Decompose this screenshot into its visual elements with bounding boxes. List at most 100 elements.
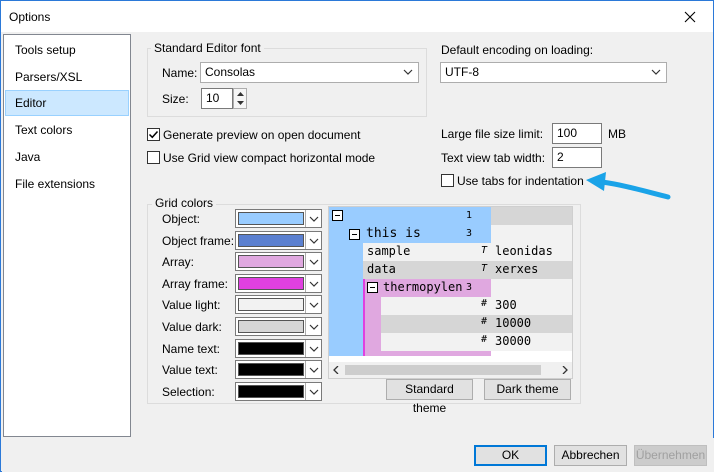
grid-color-label: Array: xyxy=(162,255,195,269)
item-value: 10000 xyxy=(495,316,532,330)
generate-preview-checkbox[interactable] xyxy=(147,128,160,141)
item-type: # xyxy=(481,298,488,309)
checkmark-icon xyxy=(148,130,159,139)
color-swatch xyxy=(238,234,304,247)
font-name-label: Name: xyxy=(162,66,198,80)
nav-item-java[interactable]: Java xyxy=(5,144,129,170)
scroll-left-icon[interactable] xyxy=(332,366,340,374)
grid-colors-legend: Grid colors xyxy=(152,196,217,210)
large-file-unit: MB xyxy=(608,127,626,141)
dark-theme-button[interactable]: Dark theme xyxy=(484,379,571,400)
value-cell xyxy=(491,225,572,243)
font-size-input[interactable]: 10 xyxy=(201,88,233,109)
chevron-down-icon[interactable] xyxy=(305,361,321,378)
chevron-down-icon[interactable] xyxy=(305,232,321,249)
grid-color-label: Object frame: xyxy=(162,234,235,248)
encoding-value: UTF-8 xyxy=(445,65,479,79)
collapse-icon[interactable] xyxy=(332,210,343,221)
collapse-icon[interactable] xyxy=(367,282,378,293)
grid-color-picker[interactable] xyxy=(235,274,322,293)
row-value: xerxes xyxy=(495,262,539,276)
color-swatch xyxy=(238,320,304,333)
item-value: 300 xyxy=(495,298,517,312)
standard-theme-button[interactable]: Standard theme xyxy=(386,379,473,415)
chevron-down-icon[interactable] xyxy=(305,253,321,270)
grid-color-picker[interactable] xyxy=(235,231,322,250)
value-cell xyxy=(491,279,572,297)
row-value: leonidas xyxy=(495,244,553,258)
object-count: 3 xyxy=(466,228,473,239)
chevron-down-icon xyxy=(403,69,413,75)
row-type: T xyxy=(481,245,488,256)
large-file-label: Large file size limit: xyxy=(441,127,544,141)
grid-color-picker[interactable] xyxy=(235,317,322,336)
grid-color-picker[interactable] xyxy=(235,360,322,379)
font-group-legend: Standard Editor font xyxy=(151,41,264,55)
grid-color-label: Name text: xyxy=(162,342,221,356)
row-bg xyxy=(381,333,491,351)
encoding-select[interactable]: UTF-8 xyxy=(440,62,667,83)
options-window: Options Tools setup Parsers/XSL Editor T… xyxy=(0,0,714,472)
root-count: 1 xyxy=(466,210,473,221)
nav-item-parsers-xsl[interactable]: Parsers/XSL xyxy=(5,64,129,90)
row-type: T xyxy=(481,263,488,274)
color-swatch xyxy=(238,277,304,290)
color-swatch xyxy=(238,298,304,311)
spin-down-icon[interactable] xyxy=(234,98,246,107)
grid-color-picker[interactable] xyxy=(235,252,322,271)
title-bar: Options xyxy=(1,1,713,32)
grid-color-picker[interactable] xyxy=(235,295,322,314)
array-label: thermopylen xyxy=(383,280,463,294)
row-bg xyxy=(381,297,491,315)
grid-color-label: Selection: xyxy=(162,385,215,399)
chevron-down-icon[interactable] xyxy=(305,275,321,292)
grid-compact-checkbox[interactable] xyxy=(147,151,160,164)
font-name-value: Consolas xyxy=(205,65,256,79)
large-file-input[interactable]: 100 xyxy=(552,123,602,144)
tab-width-input[interactable]: 2 xyxy=(552,147,602,168)
item-type: # xyxy=(481,334,488,345)
apply-button[interactable]: Übernehmen xyxy=(634,445,707,466)
close-button[interactable] xyxy=(667,1,713,32)
nav-item-editor[interactable]: Editor xyxy=(5,90,129,116)
grid-color-label: Array frame: xyxy=(162,277,229,291)
nav-item-text-colors[interactable]: Text colors xyxy=(5,117,129,143)
cancel-button[interactable]: Abbrechen xyxy=(554,445,627,466)
item-type: # xyxy=(481,316,488,327)
grid-color-label: Value dark: xyxy=(162,320,222,334)
chevron-down-icon[interactable] xyxy=(305,318,321,335)
annotation-arrow-icon xyxy=(586,172,671,200)
font-size-label: Size: xyxy=(162,92,189,106)
root-value-cell xyxy=(491,207,572,225)
spin-up-icon[interactable] xyxy=(234,89,246,98)
nav-item-tools-setup[interactable]: Tools setup xyxy=(5,37,129,63)
nav-item-file-extensions[interactable]: File extensions xyxy=(5,171,129,197)
use-tabs-checkbox[interactable] xyxy=(441,174,454,187)
item-value: 30000 xyxy=(495,334,532,348)
grid-color-picker[interactable] xyxy=(235,382,322,401)
row-name: sample xyxy=(367,244,411,258)
chevron-down-icon[interactable] xyxy=(305,383,321,400)
ok-button[interactable]: OK xyxy=(474,445,547,466)
grid-color-picker[interactable] xyxy=(235,339,322,358)
chevron-down-icon[interactable] xyxy=(305,296,321,313)
tab-width-label: Text view tab width: xyxy=(441,151,546,165)
array-count: 3 xyxy=(466,282,473,293)
color-swatch xyxy=(238,212,304,225)
row-name: data xyxy=(367,262,396,276)
category-list: Tools setup Parsers/XSL Editor Text colo… xyxy=(3,34,131,437)
grid-color-picker[interactable] xyxy=(235,209,322,228)
object-label: this is xyxy=(366,226,421,241)
window-title: Options xyxy=(9,10,51,24)
collapse-icon[interactable] xyxy=(349,229,360,240)
chevron-down-icon[interactable] xyxy=(305,210,321,227)
scrollbar-thumb[interactable] xyxy=(345,365,541,375)
chevron-down-icon[interactable] xyxy=(305,340,321,357)
grid-color-label: Value light: xyxy=(162,298,221,312)
grid-color-label: Object: xyxy=(162,212,201,226)
font-size-spinner[interactable] xyxy=(233,88,247,109)
color-swatch xyxy=(238,363,304,376)
scroll-right-icon[interactable] xyxy=(561,366,569,374)
font-name-select[interactable]: Consolas xyxy=(200,62,419,83)
grid-preview: 1 this is 3 sample T leonidas data T xer… xyxy=(328,206,573,379)
